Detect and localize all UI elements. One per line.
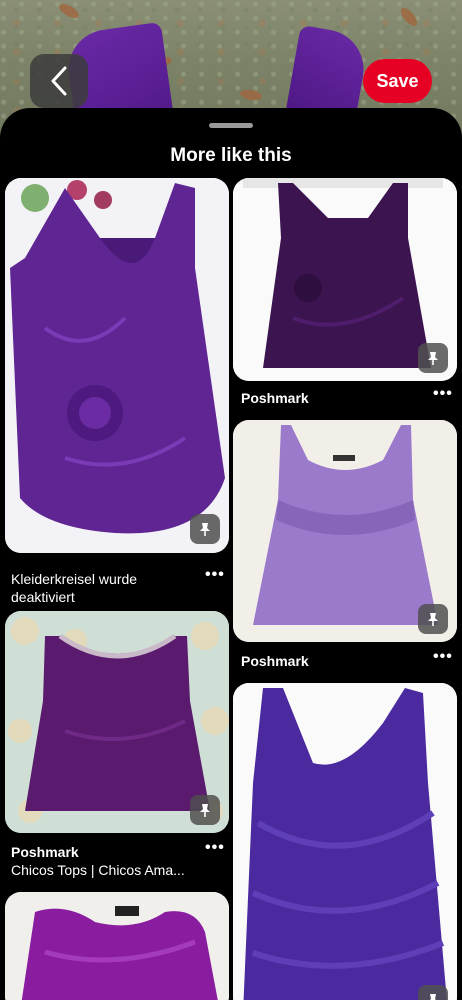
pin-source: Poshmark xyxy=(241,653,309,669)
pin-save-button[interactable] xyxy=(418,985,448,1000)
purple-top-image xyxy=(5,178,229,553)
pin-icon xyxy=(200,804,210,817)
pin-more-button[interactable]: ••• xyxy=(205,839,225,857)
sheet-grabber[interactable] xyxy=(209,123,253,128)
pin-image[interactable] xyxy=(5,892,229,1000)
pin-save-button[interactable] xyxy=(418,604,448,634)
purple-top-image xyxy=(5,892,229,1000)
pin-icon xyxy=(428,613,438,626)
pin-save-button[interactable] xyxy=(190,514,220,544)
pin-image[interactable] xyxy=(5,178,229,553)
sheet-title: More like this xyxy=(170,145,292,166)
pin-card[interactable]: Poshmark Chicos Tops | Chicos Ama... ••• xyxy=(5,611,229,891)
pin-card[interactable] xyxy=(5,892,229,1000)
pin-description: Chicos Tops | Chicos Ama... xyxy=(11,862,185,878)
pin-description: Kleiderkreisel wurde deaktiviert xyxy=(11,571,138,605)
pin-icon xyxy=(428,352,438,365)
save-button[interactable]: Save xyxy=(363,59,432,103)
chevron-left-icon xyxy=(51,66,67,96)
pin-source: Poshmark xyxy=(241,390,309,406)
more-like-this-sheet: More like this Kleiderkreisel wurde deak… xyxy=(0,108,462,1000)
pin-image[interactable] xyxy=(233,683,457,1000)
pin-card[interactable]: Poshmark ••• xyxy=(233,420,457,670)
pin-more-button[interactable]: ••• xyxy=(205,566,225,584)
pin-save-button[interactable] xyxy=(190,795,220,825)
pin-save-button[interactable] xyxy=(418,343,448,373)
pin-icon xyxy=(200,523,210,536)
pin-source: Poshmark xyxy=(11,844,79,860)
pin-icon xyxy=(430,994,436,1000)
pin-card[interactable]: Kleiderkreisel wurde deaktiviert ••• xyxy=(5,178,229,638)
back-button[interactable] xyxy=(30,54,88,108)
purple-top-image xyxy=(233,683,457,1000)
pin-card[interactable]: Poshmark ••• xyxy=(233,178,457,418)
pin-card[interactable] xyxy=(233,683,457,1000)
pin-more-button[interactable]: ••• xyxy=(433,648,453,666)
pin-more-button[interactable]: ••• xyxy=(433,385,453,403)
